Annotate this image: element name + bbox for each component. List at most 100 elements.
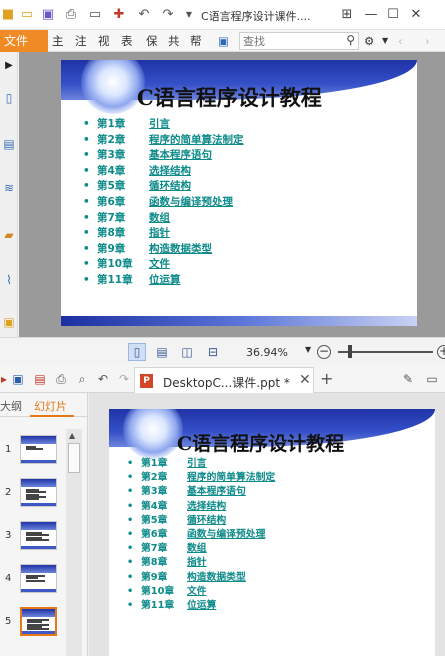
export-pdf-icon[interactable]: ▤ bbox=[32, 371, 48, 387]
chapter-item: • 第11章 位运算 bbox=[127, 599, 387, 613]
zoom-slider-thumb[interactable] bbox=[348, 345, 352, 358]
attachment-icon[interactable]: ⌇ bbox=[1, 272, 17, 288]
minimize-window-icon[interactable]: ▭ bbox=[424, 371, 440, 387]
open-icon[interactable]: ▭ bbox=[19, 7, 35, 23]
bookmark-icon[interactable]: ▤ bbox=[1, 136, 17, 152]
nav-back-icon[interactable]: ‹ bbox=[398, 33, 403, 49]
slide-thumbnail[interactable] bbox=[20, 478, 57, 507]
document-title: C语言程序设计课件.... bbox=[201, 10, 311, 23]
close-tab-icon[interactable]: ✕ bbox=[299, 372, 311, 388]
slide-thumbnail[interactable] bbox=[20, 564, 57, 593]
save-icon[interactable]: ▣ bbox=[40, 7, 56, 23]
new-tab-icon[interactable]: + bbox=[320, 369, 333, 388]
bullet-icon: • bbox=[83, 273, 90, 286]
slide-thumbnail[interactable] bbox=[20, 607, 57, 636]
print-preview-icon[interactable]: ⌕ bbox=[74, 371, 90, 387]
chapter-topic-link[interactable]: 循环结构 bbox=[149, 179, 191, 195]
screen-icon[interactable]: ▭ bbox=[87, 7, 103, 23]
pdf-page-area[interactable]: C语言程序设计教程 • 第1章 引言 • 第2章 程序的简单算法制定 • 第3章 基本程序语句 •… bbox=[19, 52, 445, 337]
chapter-topic-link[interactable]: 程序的简单算法制定 bbox=[149, 133, 244, 149]
new-icon[interactable]: ✚ bbox=[111, 7, 127, 23]
close-icon[interactable]: ✕ bbox=[407, 6, 425, 24]
chapter-topic-link[interactable]: 选择结构 bbox=[187, 500, 226, 514]
slide-footer-band bbox=[61, 316, 417, 326]
search-box[interactable]: ⚲ bbox=[239, 32, 359, 50]
bullet-icon: • bbox=[127, 458, 134, 469]
chapter-number: 第11章 bbox=[141, 599, 175, 611]
redo-icon[interactable]: ↷ bbox=[116, 371, 132, 387]
chapter-topic-link[interactable]: 文件 bbox=[187, 585, 207, 599]
chapter-topic-link[interactable]: 指针 bbox=[149, 226, 170, 242]
print-icon[interactable]: ⎙ bbox=[53, 371, 69, 387]
slide-title: C语言程序设计教程 bbox=[137, 85, 322, 110]
two-page-continuous-view-icon[interactable]: ⊟ bbox=[204, 343, 222, 361]
chapter-topic-link[interactable]: 文件 bbox=[149, 257, 170, 273]
chapter-list: • 第1章 引言 • 第2章 程序的简单算法制定 • 第3章 基本程序语句 • 第4章 选择结构 • 第5… bbox=[127, 457, 387, 613]
thumbnail-scrollbar[interactable]: ▲ bbox=[66, 429, 82, 656]
settings-gear-icon[interactable]: ⚙ bbox=[364, 33, 374, 49]
zoom-slider-track[interactable] bbox=[338, 351, 433, 353]
layers-icon[interactable]: ≋ bbox=[1, 180, 17, 196]
find-folder-icon[interactable]: ▣ bbox=[218, 33, 229, 49]
chapter-topic-link[interactable]: 数组 bbox=[187, 542, 207, 556]
chapter-topic-link[interactable]: 引言 bbox=[149, 117, 170, 133]
chapter-topic-link[interactable]: 函数与编译预处理 bbox=[149, 195, 233, 211]
tab-slides[interactable]: 幻灯片 bbox=[34, 398, 67, 414]
file-menu[interactable]: 文件 bbox=[0, 30, 48, 52]
menu-home[interactable]: 主 bbox=[52, 33, 64, 49]
chapter-topic-link[interactable]: 构造数据类型 bbox=[149, 242, 212, 258]
redo-icon[interactable]: ↷ bbox=[160, 7, 176, 23]
document-tab[interactable]: P DesktopC...课件.ppt * ✕ bbox=[134, 367, 314, 393]
minimize-icon[interactable]: — bbox=[362, 6, 380, 24]
menu-help[interactable]: 帮 bbox=[190, 33, 202, 49]
quick-access-dropdown-icon[interactable]: ▼ bbox=[181, 7, 197, 23]
chapter-topic-link[interactable]: 基本程序语句 bbox=[187, 485, 246, 499]
slide-edit-area[interactable]: C语言程序设计教程 • 第1章 引言 • 第2章 程序的简单算法制定 • 第3章 基本程序语句 •… bbox=[89, 393, 445, 656]
skin-icon[interactable]: ✎ bbox=[400, 371, 416, 387]
continuous-view-icon[interactable]: ▤ bbox=[153, 343, 171, 361]
scrollbar-thumb[interactable] bbox=[68, 443, 80, 473]
zoom-in-button[interactable]: + bbox=[437, 345, 445, 359]
chapter-topic-link[interactable]: 位运算 bbox=[149, 273, 181, 289]
menu-annotate[interactable]: 注 bbox=[75, 33, 87, 49]
restore-layout-icon[interactable]: ⊞ bbox=[338, 6, 356, 24]
chapter-topic-link[interactable]: 循环结构 bbox=[187, 514, 226, 528]
zoom-dropdown-icon[interactable]: ▼ bbox=[305, 345, 311, 354]
nav-forward-icon[interactable]: › bbox=[425, 33, 430, 49]
search-icon[interactable]: ⚲ bbox=[346, 33, 355, 47]
slide-thumbnail[interactable] bbox=[20, 435, 57, 464]
chapter-topic-link[interactable]: 引言 bbox=[187, 457, 207, 471]
lock-icon[interactable]: ▣ bbox=[1, 314, 17, 330]
scroll-up-icon[interactable]: ▲ bbox=[69, 431, 75, 440]
slide-thumbnail[interactable] bbox=[20, 521, 57, 550]
menu-view[interactable]: 视 bbox=[98, 33, 110, 49]
thumb-text-line bbox=[26, 538, 49, 541]
page-thumbnail-icon[interactable]: ▯ bbox=[1, 90, 17, 106]
single-page-view-icon[interactable]: ▯ bbox=[128, 343, 146, 361]
menu-share[interactable]: 共 bbox=[168, 33, 180, 49]
chapter-topic-link[interactable]: 函数与编译预处理 bbox=[187, 528, 265, 542]
undo-icon[interactable]: ↶ bbox=[95, 371, 111, 387]
chapter-topic-link[interactable]: 基本程序语句 bbox=[149, 148, 212, 164]
save-icon[interactable]: ▣ bbox=[10, 371, 26, 387]
chapter-topic-link[interactable]: 数组 bbox=[149, 211, 170, 227]
two-page-view-icon[interactable]: ◫ bbox=[178, 343, 196, 361]
chapter-topic-link[interactable]: 选择结构 bbox=[149, 164, 191, 180]
chapter-topic-link[interactable]: 构造数据类型 bbox=[187, 571, 246, 585]
current-slide[interactable]: C语言程序设计教程 • 第1章 引言 • 第2章 程序的简单算法制定 • 第3章 基本程序语句 •… bbox=[109, 409, 435, 656]
chapter-topic-link[interactable]: 位运算 bbox=[187, 599, 216, 613]
chapter-topic-link[interactable]: 程序的简单算法制定 bbox=[187, 471, 275, 485]
search-input[interactable] bbox=[243, 34, 339, 49]
stamp-icon[interactable]: ▰ bbox=[1, 227, 17, 243]
menu-form[interactable]: 表 bbox=[121, 33, 133, 49]
settings-dropdown-icon[interactable]: ▼ bbox=[382, 33, 388, 49]
undo-icon[interactable]: ↶ bbox=[136, 7, 152, 23]
chapter-number: 第2章 bbox=[141, 472, 168, 484]
zoom-out-button[interactable]: − bbox=[317, 345, 331, 359]
print-icon[interactable]: ⎙ bbox=[63, 7, 79, 23]
chapter-topic-link[interactable]: 指针 bbox=[187, 556, 207, 570]
expand-panel-icon[interactable]: ▶ bbox=[1, 58, 17, 74]
tab-outline[interactable]: 大纲 bbox=[0, 398, 22, 414]
menu-protect[interactable]: 保 bbox=[146, 33, 158, 49]
maximize-icon[interactable]: ☐ bbox=[384, 6, 402, 24]
